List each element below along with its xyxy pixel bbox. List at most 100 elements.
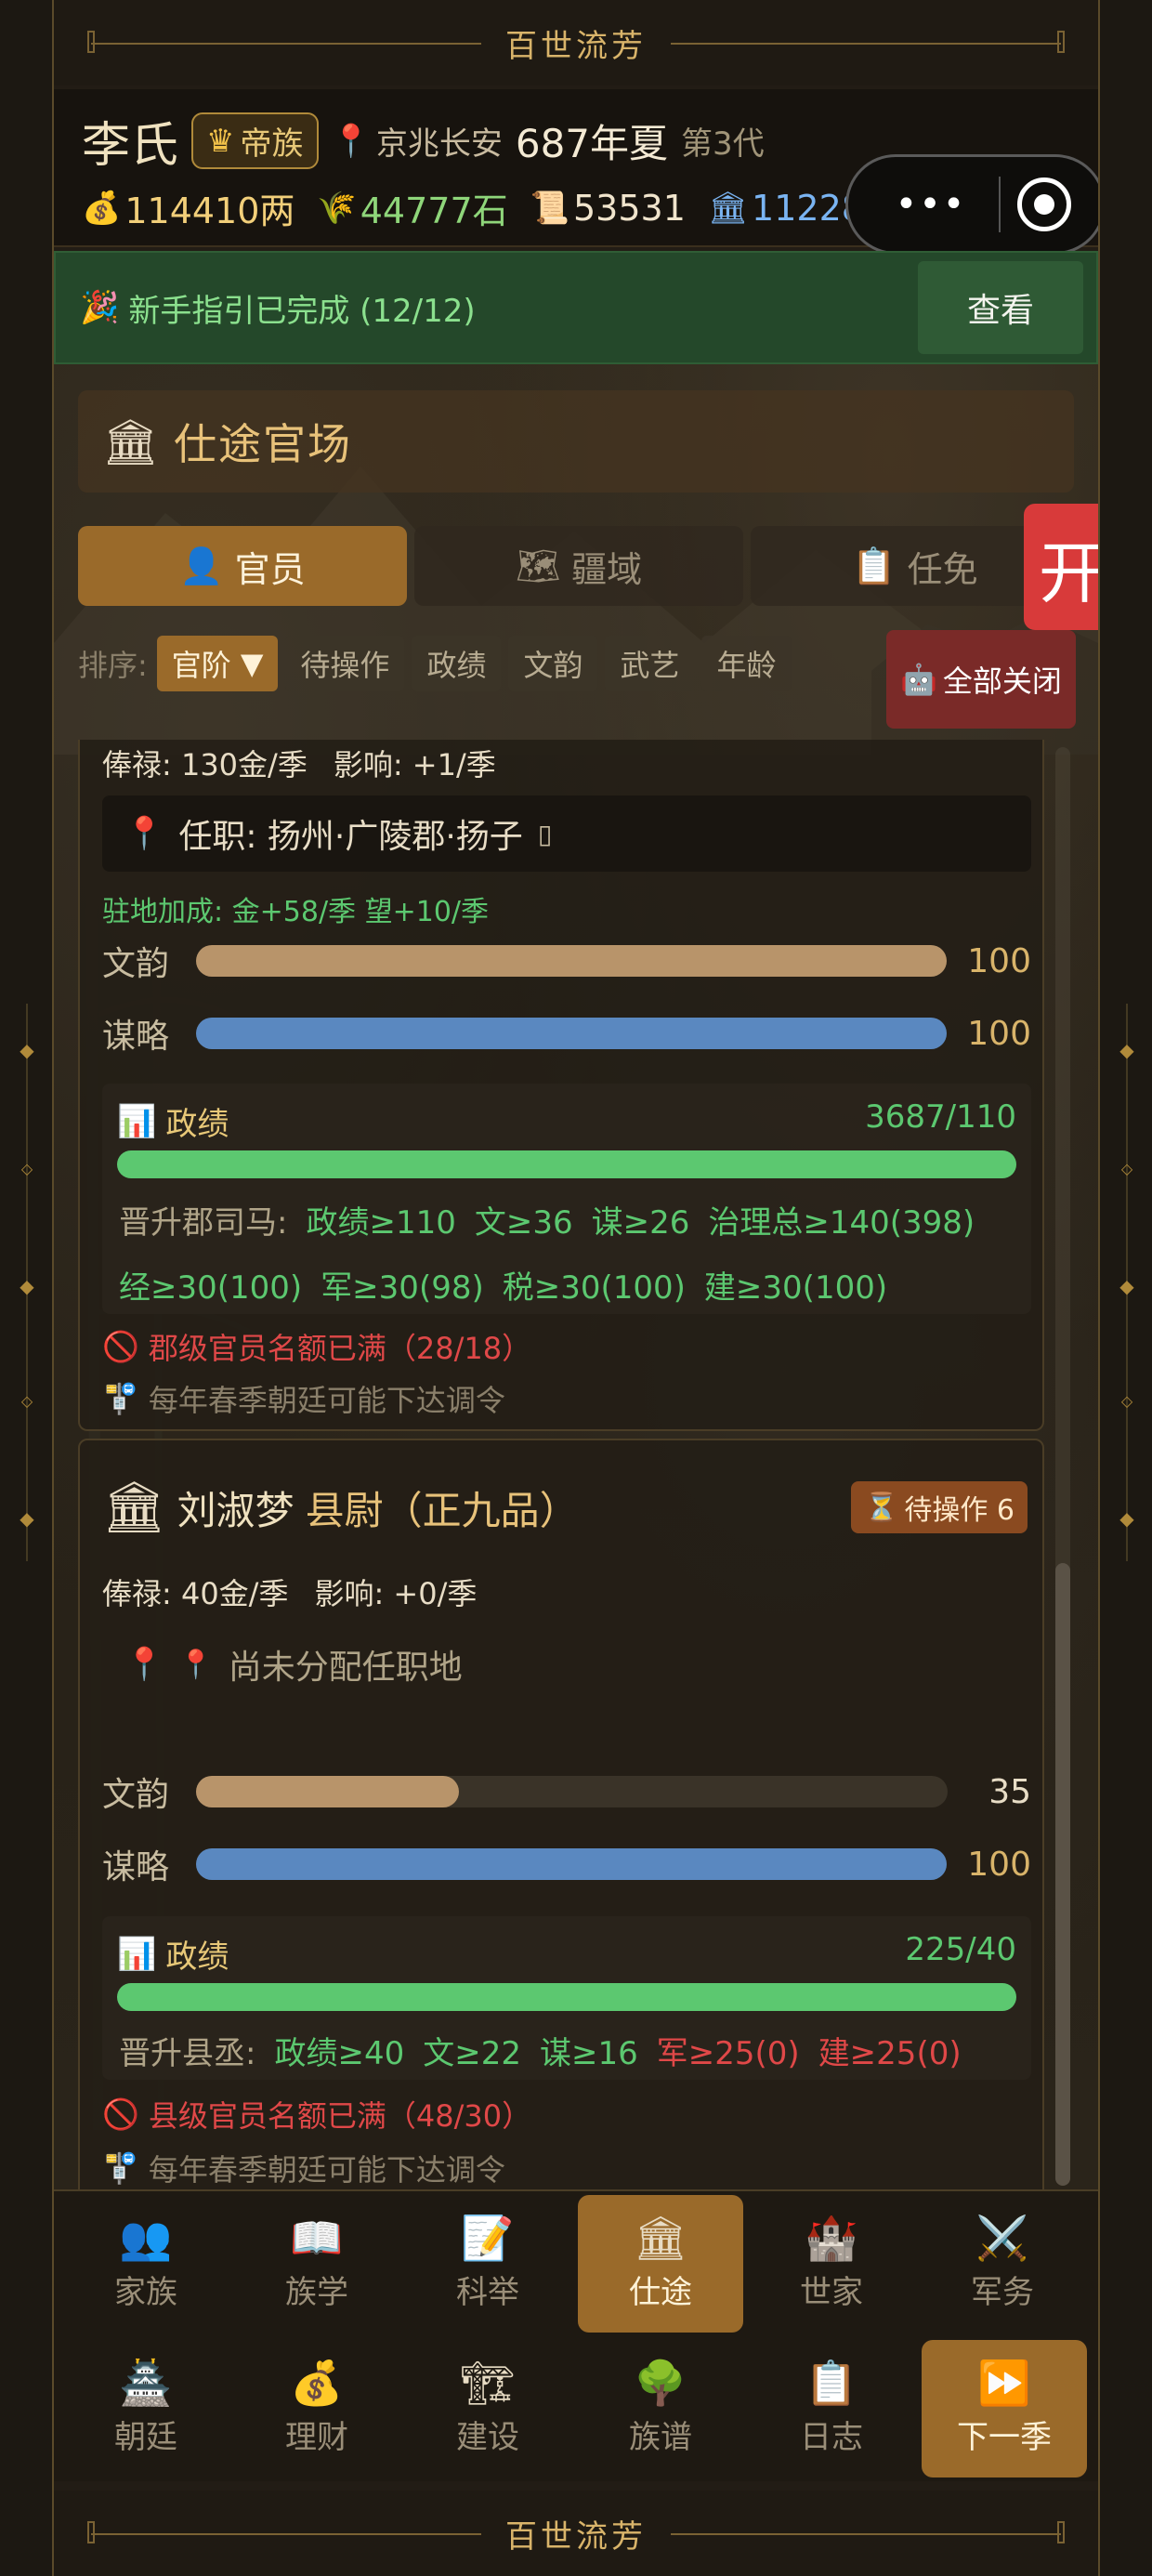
stat-name: 谋略 — [102, 1848, 170, 1886]
official-list[interactable]: 俸禄: 130金/季 影响: +1/季 📍 任职: 扬州·广陵郡·扬子 ▯ 驻地… — [78, 740, 1074, 2189]
pending-label: 待操作 6 — [904, 1494, 1015, 1527]
stat-name: 文韵 — [102, 945, 170, 983]
nav-genealogy[interactable]: 🌳 族谱 — [578, 2340, 743, 2477]
nav-finance[interactable]: 💰 理财 — [234, 2340, 399, 2477]
view-guide-button[interactable]: 查看 — [918, 261, 1083, 354]
family-name: 李氏 — [82, 118, 179, 174]
sort-option-literary[interactable]: 文韵 — [508, 636, 598, 691]
section-header: 🏛 仕途官场 — [78, 390, 1074, 493]
rank-badge[interactable]: ♛ 帝族 — [191, 112, 319, 169]
nav-noble-houses[interactable]: 🏰 世家 — [749, 2195, 914, 2333]
chevron-down-icon: ▼ — [240, 646, 264, 681]
post-label: 尚未分配任职地 — [228, 1649, 463, 1687]
government-icon: 🏛 — [102, 1478, 166, 1536]
gold-resource: 💰 114410两 — [82, 182, 295, 233]
sort-option-martial[interactable]: 武艺 — [605, 636, 695, 691]
stat-bar — [196, 945, 948, 977]
close-all-label: 全部关闭 — [942, 664, 1062, 699]
sort-label: 排序: — [78, 648, 148, 683]
stat-value: 100 — [967, 1014, 1031, 1053]
bottom-navigation: 👥 家族 📖 族学 📝 科举 🏛 仕途 🏰 世家 ⚔️ 军务 🏯 朝廷 💰 理财… — [54, 2189, 1098, 2481]
sort-option-performance[interactable]: 政绩 — [412, 636, 502, 691]
robot-icon: 🤖 — [900, 662, 937, 697]
nav-exam[interactable]: 📝 科举 — [405, 2195, 570, 2333]
note-text: 每年春季朝廷可能下达调令 — [148, 1383, 505, 1418]
nav-court[interactable]: 🏯 朝廷 — [63, 2340, 229, 2477]
nav-career[interactable]: 🏛 仕途 — [578, 2195, 743, 2333]
sort-option-rank[interactable]: 官阶 ▼ — [156, 636, 279, 691]
stat-bar-fill — [196, 945, 948, 977]
post-location[interactable]: 📍 📍 尚未分配任职地 — [102, 1626, 1031, 1702]
sort-option-age[interactable]: 年龄 — [701, 636, 792, 691]
official-card: 俸禄: 130金/季 影响: +1/季 📍 任职: 扬州·广陵郡·扬子 ▯ 驻地… — [78, 740, 1044, 1431]
pin-icon: 📍 — [124, 815, 164, 852]
pending-badge[interactable]: ⏳ 待操作 6 — [851, 1481, 1028, 1533]
family-icon: 👥 — [119, 2212, 173, 2263]
sort-option-pending[interactable]: 待操作 — [285, 636, 405, 691]
prohibited-icon: 🚫 — [102, 1329, 139, 1364]
tab-officials[interactable]: 👤 官员 — [78, 526, 407, 606]
government-icon: 🏛 — [633, 2212, 688, 2263]
warning-text: 郡级官员名额已满（28/18） — [148, 1331, 532, 1366]
requirement: 建≥30(100) — [703, 1269, 888, 1307]
tutorial-text: 🎉 新手指引已完成 (12/12) — [80, 285, 918, 331]
nav-family[interactable]: 👥 家族 — [63, 2195, 229, 2333]
nav-label: 日志 — [800, 2418, 863, 2456]
location: 📍 京兆长安 — [332, 118, 503, 164]
nav-military[interactable]: ⚔️ 军务 — [920, 2195, 1085, 2333]
next-season-button[interactable]: ⏩ 下一季 — [922, 2340, 1087, 2477]
person-icon: 👤 — [179, 545, 224, 586]
prohibited-icon: 🚫 — [102, 2096, 139, 2132]
diamond-ornament: ◆ — [1119, 1507, 1134, 1530]
nav-label: 家族 — [114, 2273, 177, 2311]
book-icon: 📖 — [290, 2212, 344, 2263]
stat-strategy: 谋略 100 — [102, 1009, 1031, 1058]
scroll-resource: 📜 53531 — [530, 188, 686, 229]
sort-bar: 排序: 官阶 ▼ 待操作 政绩 文韵 武艺 年龄 — [78, 636, 792, 691]
post-location[interactable]: 📍 任职: 扬州·广陵郡·扬子 ▯ — [102, 795, 1031, 872]
banner-rule — [671, 43, 1061, 45]
official-header: 🏛 刘淑梦 县尉（正九品） — [102, 1478, 579, 1537]
salary: 俸禄: 40金/季 — [102, 1576, 289, 1611]
post-label: 任职: 扬州·广陵郡·扬子 — [178, 818, 523, 856]
influence: 影响: +1/季 — [333, 747, 496, 782]
tab-label: 任免 — [907, 548, 978, 590]
scroll-value: 53531 — [572, 187, 686, 229]
promotion-requirements: 晋升县丞: 政绩≥40 文≥22 谋≥16 军≥25(0) 建≥25(0) — [119, 2028, 962, 2073]
scrollbar-thumb[interactable] — [1055, 1563, 1070, 2186]
official-name: 刘淑梦 — [177, 1487, 295, 1533]
rank-badge-label: 帝族 — [240, 125, 304, 163]
nav-construction[interactable]: 🏗 建设 — [405, 2340, 570, 2477]
performance-title: 政绩 — [165, 1939, 229, 1976]
close-miniapp-icon[interactable] — [1017, 177, 1071, 231]
salary-line: 俸禄: 40金/季 影响: +0/季 — [102, 1571, 477, 1613]
banner-title: 百世流芳 — [505, 2517, 647, 2556]
performance-panel: 📊 政绩 3687/110 晋升郡司马: 政绩≥110 文≥36 谋≥26 治理… — [102, 1084, 1031, 1314]
tab-label: 官员 — [234, 548, 306, 590]
post-bonus: 驻地加成: 金+58/季 望+10/季 — [102, 896, 490, 928]
more-icon[interactable]: ••• — [880, 183, 982, 226]
bus-stop-icon: 🚏 — [102, 2150, 139, 2186]
requirement: 文≥36 — [474, 1204, 573, 1242]
tab-territory[interactable]: 🗺 疆域 — [414, 526, 743, 606]
stat-bar — [196, 1776, 948, 1807]
performance-panel: 📊 政绩 225/40 晋升县丞: 政绩≥40 文≥22 谋≥16 军≥25(0… — [102, 1916, 1031, 2080]
note-text: 每年春季朝廷可能下达调令 — [148, 2152, 505, 2188]
requirement: 谋≥26 — [591, 1204, 690, 1242]
nav-log[interactable]: 📋 日志 — [749, 2340, 914, 2477]
tab-label: 疆域 — [571, 548, 643, 590]
top-banner: 百世流芳 — [54, 0, 1098, 85]
government-icon: 🏛 — [707, 189, 749, 227]
exam-icon: 📝 — [461, 2212, 515, 2263]
nav-label: 建设 — [456, 2418, 519, 2456]
side-open-tab[interactable]: 开 — [1024, 504, 1098, 630]
bus-stop-icon: 🚏 — [102, 1381, 139, 1416]
section-title: 仕途官场 — [173, 419, 352, 469]
diamond-ornament: ◆ — [1119, 1039, 1134, 1061]
requirement: 文≥22 — [423, 2035, 521, 2072]
diamond-ornament: ◇ — [20, 1160, 33, 1177]
transfer-note: 🚏 每年春季朝廷可能下达调令 — [102, 2147, 505, 2189]
transfer-note: 🚏 每年春季朝廷可能下达调令 — [102, 1377, 505, 1420]
close-all-button[interactable]: 🤖 全部关闭 — [886, 630, 1076, 729]
nav-clan-school[interactable]: 📖 族学 — [234, 2195, 399, 2333]
